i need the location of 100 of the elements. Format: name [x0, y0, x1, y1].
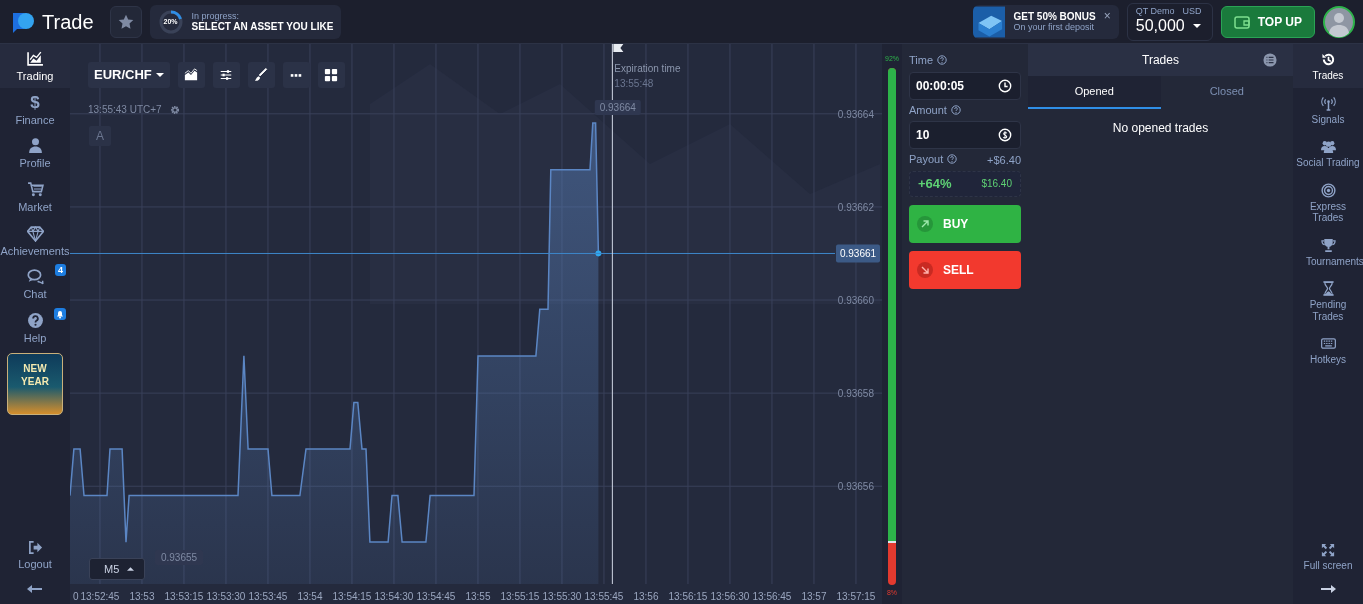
area-chart-icon	[184, 68, 199, 82]
sidebar-item[interactable]: Express Trades	[1293, 174, 1363, 230]
grid-button[interactable]	[317, 62, 345, 88]
logo-text: Trade	[42, 9, 94, 35]
help-icon	[26, 311, 44, 329]
full-screen-button[interactable]: Full screen	[1293, 536, 1363, 576]
sliders-button[interactable]	[212, 62, 240, 88]
current-price-dot	[595, 250, 602, 257]
brush-button[interactable]	[247, 62, 275, 88]
more-button[interactable]	[282, 62, 310, 88]
max-price-label: 0.93664	[594, 100, 641, 115]
gift-box-icon	[972, 4, 1006, 39]
target-icon	[1320, 182, 1336, 198]
sliders-icon	[219, 68, 234, 82]
time-label: Time	[909, 53, 934, 68]
axis-label: 13:53:45	[248, 591, 288, 602]
promo-tile[interactable]: NEW YEAR	[7, 353, 63, 416]
avatar-icon[interactable]	[1323, 5, 1355, 38]
person-icon	[26, 137, 44, 155]
sidebar-item[interactable]: Market	[0, 174, 70, 219]
progress-label: In progress:	[191, 10, 241, 21]
axis-label: 13:55	[465, 591, 491, 602]
logout-icon	[27, 540, 43, 556]
progress-ring	[157, 8, 184, 35]
trades-title: Trades	[1142, 52, 1179, 69]
payout-total: $16.40	[981, 177, 1012, 191]
close-button[interactable]: ×	[1103, 6, 1111, 25]
coin-icon[interactable]	[998, 128, 1012, 142]
payout-label: Payout	[909, 152, 944, 167]
sidebar-item[interactable]: $ Finance	[0, 87, 70, 132]
sidebar-item[interactable]: Achievements	[0, 218, 70, 263]
caret-icon	[155, 73, 164, 77]
amount-field[interactable]: 10	[909, 121, 1021, 149]
question-icon[interactable]	[937, 55, 948, 66]
asset-selector[interactable]: EUR/CHF	[88, 62, 170, 88]
expand-icon	[1321, 542, 1335, 557]
diamond-icon	[26, 224, 44, 242]
sidebar-item[interactable]: Trading	[0, 44, 70, 88]
axis-label: 0.93656	[837, 481, 874, 493]
empty-message: No opened trades	[1111, 119, 1210, 137]
sidebar-item[interactable]: Help	[0, 305, 70, 350]
axis-label: 0.93664	[837, 108, 874, 120]
sidebar-item[interactable]: Chat 4	[0, 262, 70, 306]
account-selector[interactable]: QT Demo USD 50,000	[1126, 2, 1213, 41]
sidebar-item[interactable]: Signals	[1293, 87, 1363, 131]
axis-label: 13:56:15	[668, 591, 708, 602]
arrow-left-icon[interactable]	[27, 584, 43, 594]
sell-button[interactable]: SELL	[909, 250, 1021, 289]
arrow-down-right-icon	[917, 261, 933, 278]
sidebar-item[interactable]: Social Trading	[1293, 131, 1363, 175]
axis-label: 13:53:15	[164, 591, 204, 602]
axis-label: 13:53	[129, 591, 155, 602]
bonus-title: GET 50% BONUS	[1013, 10, 1096, 23]
bell-badge-icon	[54, 307, 66, 320]
time-input[interactable]: 00:00:05	[910, 76, 990, 95]
trophy-icon	[1320, 237, 1336, 253]
axis-label: 13:56:45	[752, 591, 792, 602]
top-up-button[interactable]: TOP UP	[1220, 5, 1315, 38]
account-label: QT Demo	[1135, 7, 1175, 17]
brush-icon	[254, 68, 269, 82]
account-currency: USD	[1182, 7, 1202, 17]
axis-label: 0.93662	[837, 201, 874, 213]
sidebar-item[interactable]: Trades	[1293, 44, 1363, 88]
antenna-icon	[1320, 95, 1336, 111]
arrow-up-right-icon	[917, 215, 933, 232]
logout-button[interactable]: Logout	[0, 534, 70, 576]
question-icon[interactable]	[950, 104, 961, 115]
timeframe-selector[interactable]: M5	[89, 558, 146, 580]
sidebar-item[interactable]: Hotkeys	[1293, 328, 1363, 372]
question-icon[interactable]	[947, 154, 958, 165]
progress-task: SELECT AN ASSET YOU LIKE	[191, 20, 334, 33]
caret-icon	[1192, 24, 1201, 28]
list-icon[interactable]	[1263, 53, 1277, 67]
keyboard-icon	[1320, 336, 1336, 351]
gear-icon[interactable]	[169, 104, 180, 115]
caret-up-icon	[127, 567, 135, 571]
axis-label: 13:54:15	[332, 591, 372, 602]
history-icon	[1320, 52, 1336, 67]
favorite-button[interactable]	[109, 5, 142, 38]
sidebar-item[interactable]: Tournaments	[1293, 229, 1363, 273]
axis-label: 13:55:30	[542, 591, 582, 602]
axis-label: 13:57:15	[836, 591, 876, 602]
axis-label: 13:54:30	[374, 591, 414, 602]
hourglass-icon	[1320, 281, 1336, 296]
sidebar-item[interactable]: Profile	[0, 131, 70, 175]
sidebar-item[interactable]: Pending Trades	[1293, 273, 1363, 328]
time-field[interactable]: 00:00:05	[909, 71, 1021, 100]
axis-label: 13:55:15	[500, 591, 540, 602]
axis-label: 0	[73, 591, 79, 602]
amount-input[interactable]: 10	[910, 126, 990, 144]
ref-line-label: 0.93661	[839, 248, 877, 260]
trades-tab[interactable]: Opened	[1028, 76, 1161, 109]
clock-icon[interactable]	[998, 78, 1012, 93]
area-chart-button[interactable]	[177, 62, 205, 88]
axis-label: 13:54:45	[416, 591, 456, 602]
axis-label: 0.93660	[837, 295, 874, 307]
axis-label: 13:54	[297, 591, 323, 602]
axis-label: 13:56:30	[710, 591, 750, 602]
arrow-right-icon[interactable]	[1320, 584, 1336, 594]
amount-label: Amount	[909, 102, 947, 118]
